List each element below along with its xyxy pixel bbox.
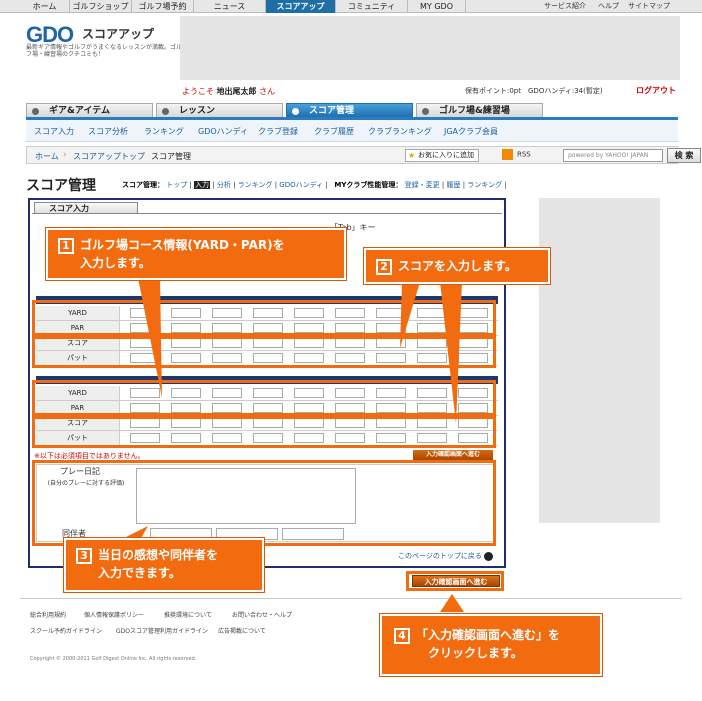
callout-text: クリックします。 <box>428 646 523 660</box>
pointer-2a <box>400 282 420 348</box>
callout-text: 入力します。 <box>80 256 151 270</box>
pointer-4 <box>440 594 464 612</box>
callout-4: 4 「入力確認画面へ進む」を クリックします。 <box>380 614 602 676</box>
callout-text: 当日の感想や同伴者を <box>98 548 219 562</box>
pointer-2b <box>440 282 462 424</box>
callout-text: スコアを入力します。 <box>398 259 517 273</box>
callout-number: 3 <box>76 547 92 564</box>
callout-number: 2 <box>376 258 392 275</box>
callout-1: 1 ゴルフ場コース情報(YARD・PAR)を 入力します。 <box>46 228 346 280</box>
callout-2: 2 スコアを入力します。 <box>364 248 550 284</box>
callout-3: 3 当日の感想や同伴者を 入力できます。 <box>64 538 264 592</box>
callout-text: 入力できます。 <box>98 566 181 580</box>
callout-text: ゴルフ場コース情報(YARD・PAR)を <box>80 238 285 252</box>
callout-text: 「入力確認画面へ進む」を <box>416 628 561 642</box>
pointer-1 <box>138 278 162 398</box>
callout-number: 1 <box>58 237 74 254</box>
callout-number: 4 <box>394 627 410 644</box>
callout-pointers <box>120 278 464 612</box>
